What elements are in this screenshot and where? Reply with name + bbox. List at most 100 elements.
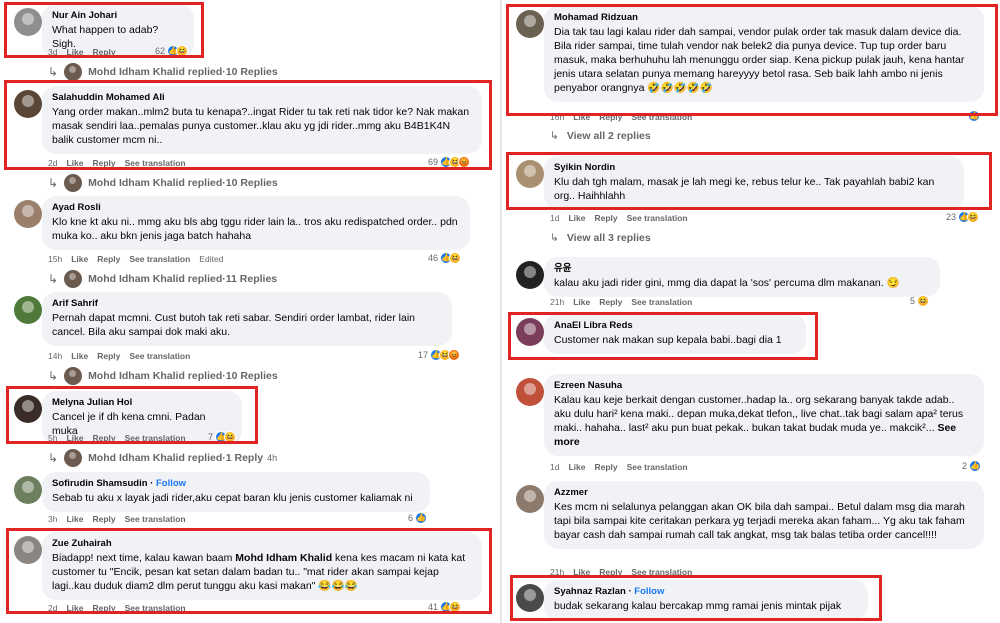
commenter-name[interactable]: Ezreen Nasuha <box>554 380 974 392</box>
reply-button[interactable]: Reply <box>97 351 120 361</box>
commenter-name[interactable]: Azzmer <box>554 487 974 499</box>
commenter-name[interactable]: Melyna Julian Hol <box>52 397 232 409</box>
comment-time[interactable]: 21h <box>550 567 564 577</box>
commenter-name[interactable]: Mohamad Ridzuan <box>554 12 974 24</box>
see-translation-link[interactable]: See translation <box>129 254 190 264</box>
comment-time[interactable]: 1d <box>550 462 559 472</box>
commenter-name[interactable]: Syahnaz Razlan <box>554 586 626 597</box>
reaction-summary[interactable]: 17 👍 😆 😡 <box>418 349 461 361</box>
avatar[interactable] <box>516 261 544 289</box>
tagged-user-link[interactable]: Mohd Idham Khalid <box>235 552 332 564</box>
like-button[interactable]: Like <box>66 158 83 168</box>
see-translation-link[interactable]: See translation <box>125 603 186 613</box>
reaction-summary[interactable]: 69 👍 😆 😡 <box>428 156 471 168</box>
comment-bubble: Salahuddin Mohamed Ali Yang order makan.… <box>42 86 482 154</box>
reply-button[interactable]: Reply <box>92 158 115 168</box>
left-comment-panel: Nur Ain Johari What happen to adab? Sigh… <box>0 0 500 623</box>
reply-button[interactable]: Reply <box>594 213 617 223</box>
avatar[interactable] <box>14 8 42 36</box>
like-button[interactable]: Like <box>71 351 88 361</box>
like-button[interactable]: Like <box>66 47 83 57</box>
replies-link[interactable]: ↳ Mohd Idham Khalid replied · 11 Replies <box>48 270 277 288</box>
like-button[interactable]: Like <box>573 112 590 122</box>
commenter-name[interactable]: Nur Ain Johari <box>52 10 184 22</box>
like-button[interactable]: Like <box>66 603 83 613</box>
see-translation-link[interactable]: See translation <box>125 433 186 443</box>
like-button[interactable]: Like <box>573 567 590 577</box>
like-button[interactable]: Like <box>568 213 585 223</box>
commenter-name[interactable]: Sofirudin Shamsudin <box>52 478 148 489</box>
see-translation-link[interactable]: See translation <box>627 213 688 223</box>
like-button[interactable]: Like <box>71 254 88 264</box>
comment-time[interactable]: 5h <box>48 433 57 443</box>
comment-time[interactable]: 14h <box>48 351 62 361</box>
see-translation-link[interactable]: See translation <box>627 462 688 472</box>
reply-button[interactable]: Reply <box>92 603 115 613</box>
comment-time[interactable]: 16h <box>550 112 564 122</box>
see-translation-link[interactable]: See translation <box>129 351 190 361</box>
reaction-summary[interactable]: 62 👍 😆 <box>155 45 189 57</box>
avatar[interactable] <box>14 296 42 324</box>
reply-button[interactable]: Reply <box>97 254 120 264</box>
comment-time[interactable]: 2d <box>48 603 57 613</box>
like-button[interactable]: Like <box>573 297 590 307</box>
reaction-summary[interactable]: 👍 <box>968 110 980 122</box>
commenter-name[interactable]: Salahuddin Mohamed Ali <box>52 92 472 104</box>
see-translation-link[interactable]: See translation <box>631 297 692 307</box>
follow-button[interactable]: Follow <box>156 478 186 489</box>
see-translation-link[interactable]: See translation <box>631 567 692 577</box>
comment-time[interactable]: 15h <box>48 254 62 264</box>
avatar[interactable] <box>14 90 42 118</box>
replies-link[interactable]: ↳ Mohd Idham Khalid replied · 1 Reply 4h <box>48 449 277 467</box>
avatar[interactable] <box>14 200 42 228</box>
replies-link[interactable]: ↳ Mohd Idham Khalid replied · 10 Replies <box>48 367 278 385</box>
avatar[interactable] <box>516 10 544 38</box>
avatar[interactable] <box>516 584 544 612</box>
reaction-count: 41 <box>428 602 439 612</box>
reply-button[interactable]: Reply <box>599 297 622 307</box>
reaction-summary[interactable]: 46 👍 😆 <box>428 252 462 264</box>
follow-button[interactable]: Follow <box>634 586 664 597</box>
avatar[interactable] <box>516 378 544 406</box>
reply-button[interactable]: Reply <box>92 47 115 57</box>
commenter-name[interactable]: Syikin Nordin <box>554 162 954 174</box>
commenter-name[interactable]: Arif Sahrif <box>52 298 442 310</box>
avatar[interactable] <box>516 318 544 346</box>
view-replies-link[interactable]: ↳ View all 3 replies <box>550 232 651 244</box>
replies-link[interactable]: ↳ Mohd Idham Khalid replied · 10 Replies <box>48 63 278 81</box>
like-button[interactable]: Like <box>66 433 83 443</box>
reaction-summary[interactable]: 5 😆 <box>910 295 930 307</box>
avatar[interactable] <box>14 476 42 504</box>
comment-time[interactable]: 2d <box>48 158 57 168</box>
comment-time[interactable]: 3d <box>48 47 57 57</box>
avatar[interactable] <box>516 485 544 513</box>
reply-button[interactable]: Reply <box>92 433 115 443</box>
reply-button[interactable]: Reply <box>594 462 617 472</box>
like-button[interactable]: Like <box>66 514 83 524</box>
avatar[interactable] <box>14 536 42 564</box>
commenter-name[interactable]: AnaEl Libra Reds <box>554 320 796 332</box>
reaction-summary[interactable]: 23 👍 😆 <box>946 211 980 223</box>
reply-button[interactable]: Reply <box>599 567 622 577</box>
comment-time[interactable]: 21h <box>550 297 564 307</box>
comment-time[interactable]: 3h <box>48 514 57 524</box>
reaction-summary[interactable]: 41 👍 😆 <box>428 601 462 613</box>
comment-time[interactable]: 1d <box>550 213 559 223</box>
avatar[interactable] <box>516 160 544 188</box>
reply-button[interactable]: Reply <box>92 514 115 524</box>
like-button[interactable]: Like <box>568 462 585 472</box>
commenter-name[interactable]: Ayad Rosli <box>52 202 460 214</box>
reaction-summary[interactable]: 6 👍 <box>408 512 428 524</box>
see-translation-link[interactable]: See translation <box>125 514 186 524</box>
commenter-name[interactable]: 유윤 <box>554 263 930 275</box>
reply-button[interactable]: Reply <box>599 112 622 122</box>
view-replies-link[interactable]: ↳ View all 2 replies <box>550 130 651 142</box>
avatar[interactable] <box>14 395 42 423</box>
commenter-name[interactable]: Zue Zuhairah <box>52 538 472 550</box>
replies-link[interactable]: ↳ Mohd Idham Khalid replied · 10 Replies <box>48 174 278 192</box>
see-translation-link[interactable]: See translation <box>125 158 186 168</box>
see-translation-link[interactable]: See translation <box>631 112 692 122</box>
reaction-summary[interactable]: 2 👍 <box>962 460 982 472</box>
reaction-summary[interactable]: 7 👍 😆 <box>208 431 237 443</box>
view-replies-label: View all 3 replies <box>566 232 651 244</box>
